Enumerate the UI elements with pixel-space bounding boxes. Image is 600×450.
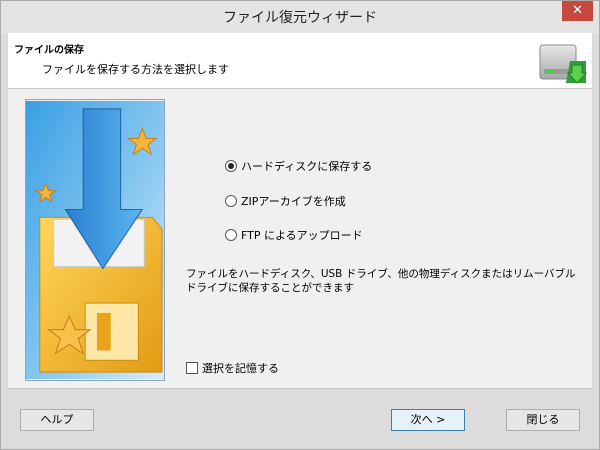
radio-create-zip[interactable]: [225, 195, 237, 207]
hard-drive-download-icon: [539, 44, 588, 84]
remember-choice[interactable]: 選択を記憶する: [186, 360, 279, 376]
wizard-header: ファイルの保存 ファイルを保存する方法を選択します: [8, 33, 592, 89]
option-ftp-upload[interactable]: FTP によるアップロード: [225, 227, 363, 243]
radio-save-to-disk[interactable]: [225, 160, 237, 172]
option-create-zip[interactable]: ZIPアーカイブを作成: [225, 193, 346, 209]
wizard-window: ファイル復元ウィザード ✕ ファイルの保存 ファイルを保存する方法を選択します: [0, 0, 600, 450]
remember-checkbox[interactable]: [186, 362, 198, 374]
option-label: ハードディスクに保存する: [241, 160, 373, 173]
option-save-to-disk[interactable]: ハードディスクに保存する: [225, 158, 372, 174]
title-bar[interactable]: ファイル復元ウィザード ✕: [1, 1, 599, 33]
option-label: ZIPアーカイブを作成: [241, 195, 346, 208]
save-floppy-illustration: [25, 99, 165, 381]
option-description: ファイルをハードディスク、USB ドライブ、他の物理ディスクまたはリムーバブルド…: [186, 268, 576, 294]
remember-label: 選択を記憶する: [202, 362, 279, 375]
window-title: ファイル復元ウィザード: [223, 10, 377, 26]
header-title: ファイルの保存: [14, 45, 84, 56]
radio-ftp-upload[interactable]: [225, 229, 237, 241]
next-button[interactable]: 次へ >: [391, 409, 465, 431]
window-close-button[interactable]: ✕: [562, 1, 593, 21]
help-button[interactable]: ヘルプ: [20, 409, 94, 431]
option-label: FTP によるアップロード: [241, 229, 363, 242]
wizard-content: ハードディスクに保存する ZIPアーカイブを作成 FTP によるアップロード フ…: [8, 89, 592, 389]
header-subtitle: ファイルを保存する方法を選択します: [42, 63, 229, 76]
close-button[interactable]: 閉じる: [506, 409, 580, 431]
